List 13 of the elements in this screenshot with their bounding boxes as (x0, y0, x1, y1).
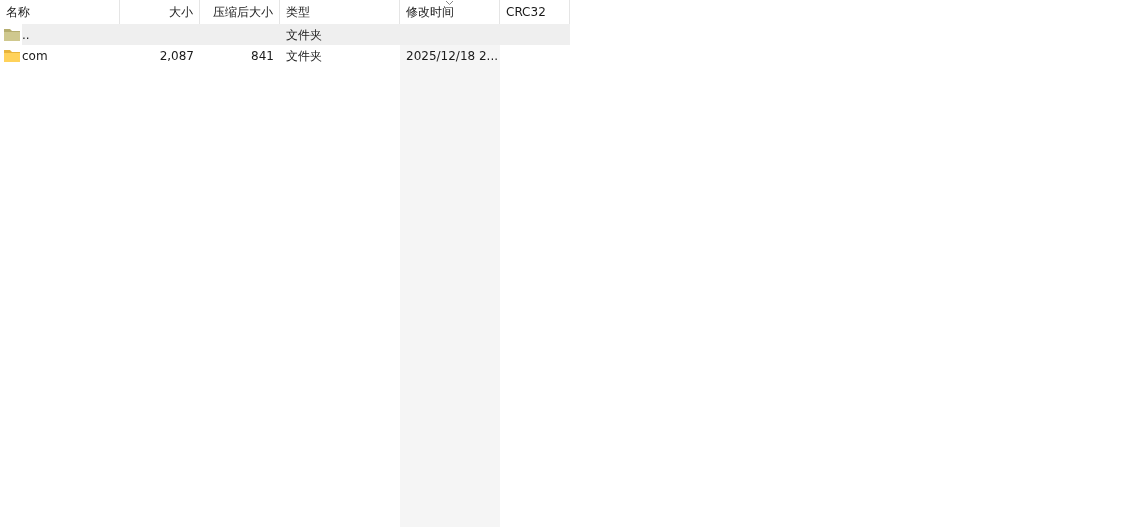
modified-cell-text: 2025/12/18 2... (406, 47, 499, 65)
type-cell-text: 文件夹 (286, 26, 322, 44)
size-cell-text: 2,087 (159, 47, 194, 65)
column-header[interactable]: 修改时间 (400, 0, 500, 24)
folder-icon (4, 28, 20, 41)
type-cell-text: 文件夹 (286, 47, 322, 65)
folder-icon (4, 49, 20, 62)
name-cell-text: .. (22, 26, 30, 44)
file-row[interactable]: com 2,087 841 文件夹 2025/12/18 2... (22, 45, 570, 66)
file-row[interactable]: .. 文件夹 (22, 24, 570, 45)
name-cell-text: com (22, 47, 48, 65)
packed-size-cell-text: 841 (251, 47, 274, 65)
sort-caret-icon (446, 1, 453, 5)
